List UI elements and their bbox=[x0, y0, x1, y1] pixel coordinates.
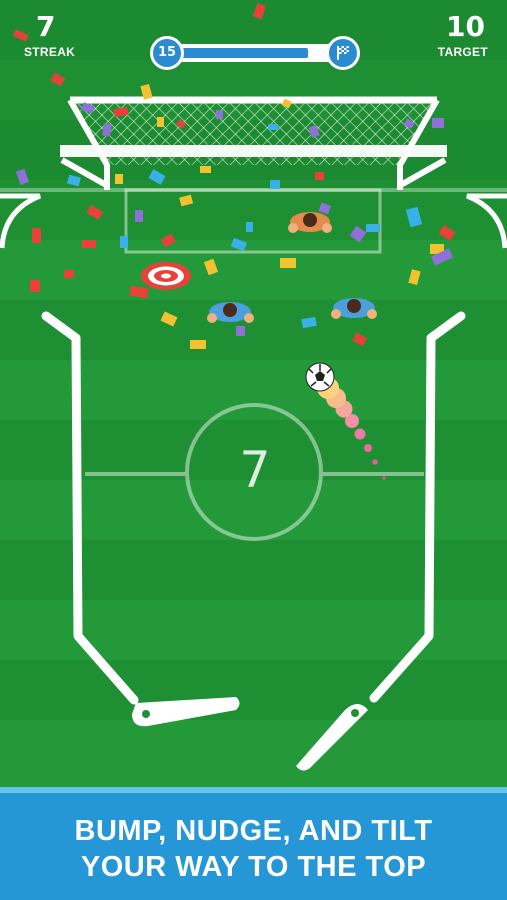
progress-fill bbox=[172, 48, 308, 58]
progress-track bbox=[170, 44, 340, 62]
center-number: 7 bbox=[239, 441, 271, 499]
checkered-flag-icon bbox=[326, 36, 360, 70]
game-screen[interactable]: 7 7 STREAK 10 TARGET 15 BUMP, NUDGE, AND… bbox=[0, 0, 507, 900]
streak-label: STREAK bbox=[24, 45, 76, 59]
target-value: 10 bbox=[446, 10, 485, 43]
tagline-line-1: BUMP, NUDGE, AND TILT bbox=[74, 815, 433, 847]
streak-value: 7 bbox=[36, 10, 56, 43]
tagline-line-2: YOUR WAY TO THE TOP bbox=[80, 851, 427, 883]
target-label: TARGET bbox=[437, 45, 488, 59]
current-level-badge: 15 bbox=[150, 36, 184, 70]
pitch[interactable] bbox=[0, 0, 507, 787]
soccer-ball-icon[interactable] bbox=[305, 362, 335, 392]
promo-banner: BUMP, NUDGE, AND TILT YOUR WAY TO THE TO… bbox=[0, 787, 507, 900]
target-icon[interactable] bbox=[141, 262, 191, 290]
level-progress-bar: 15 bbox=[150, 36, 360, 70]
